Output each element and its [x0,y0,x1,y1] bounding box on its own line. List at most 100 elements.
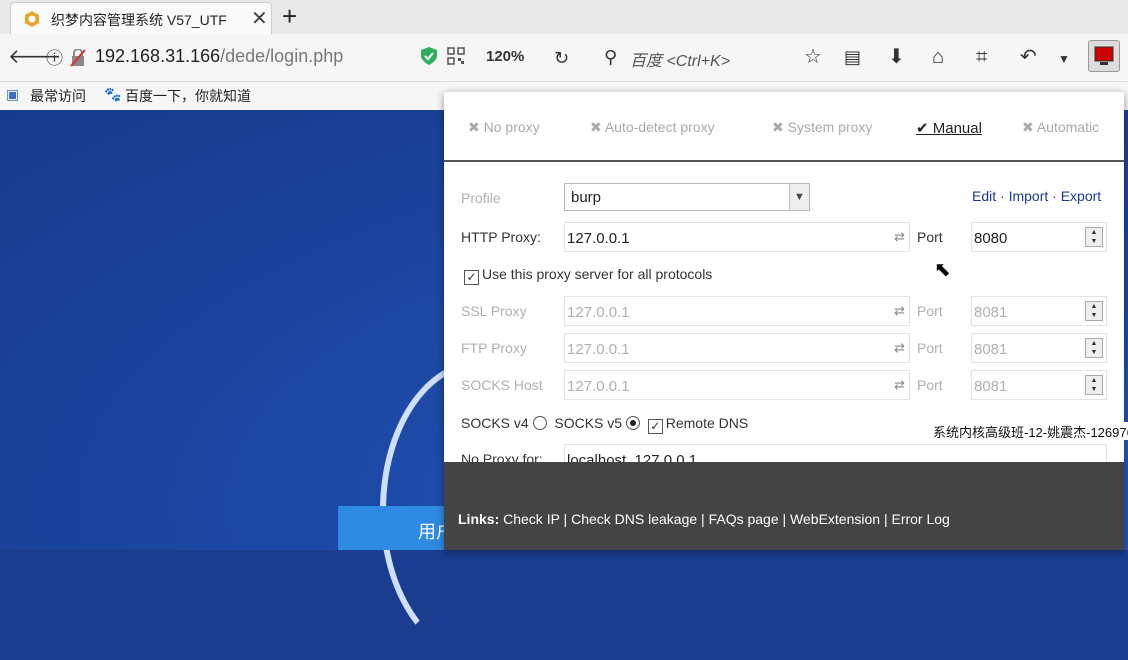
socks-v4-radio[interactable] [532,416,547,430]
webextension-link[interactable]: WebExtension [790,511,880,527]
mode-no-proxy[interactable]: ✖ No proxy [468,119,540,136]
ssl-port-label: Port [917,303,943,319]
insecure-icon[interactable] [70,49,86,67]
port-stepper[interactable]: ▲ ▼ [1085,227,1103,247]
link-separator: · [1048,188,1061,204]
remote-dns-label: Remote DNS [665,415,749,431]
ftp-proxy-input[interactable]: 127.0.0.1 ⇄ [564,333,910,363]
check-ip-link[interactable]: Check IP [503,511,560,527]
ftp-proxy-label: FTP Proxy [461,340,527,356]
swap-icon[interactable]: ⇄ [894,340,905,356]
socks-v5-radio[interactable] [625,416,640,430]
profile-label: Profile [461,190,501,206]
swap-icon[interactable]: ⇄ [894,229,905,245]
tab-title: 织梦内容管理系统 V57_UTF [51,12,227,28]
import-link[interactable]: Import [1009,188,1049,204]
export-link[interactable]: Export [1061,188,1101,204]
links-label: Links: [458,511,500,527]
mouse-cursor-icon: ⬉ [934,259,951,281]
watermark-text: 系统内核高级班-12-姚震杰-126976 [933,422,1128,440]
link-separator: · [996,188,1009,204]
socks-port-input[interactable]: 8081 ▲ ▼ [971,370,1107,400]
use-all-label: Use this proxy server for all protocols [482,266,713,282]
profile-links: Edit · Import · Export [972,188,1101,204]
search-input[interactable]: 百度 <Ctrl+K> [630,47,730,71]
star-icon[interactable]: ☆ [804,44,822,70]
gear-logo-icon [25,11,39,27]
profile-select[interactable]: burp ▼ [564,183,810,211]
navigation-bar: 🡐 ⓘ 192.168.31.166/dede/login.php 120% ↻… [0,34,1128,82]
use-all-protocols[interactable]: ✓ Use this proxy server for all protocols [464,266,712,285]
baidu-icon: 🐾 [104,86,122,102]
links-footer: Links: Check IP | Check DNS leakage | FA… [444,462,1124,550]
check-dns-link[interactable]: Check DNS leakage [571,511,697,527]
url-field[interactable]: 192.168.31.166/dede/login.php [95,46,343,67]
bookmark-most-visited[interactable]: 最常访问 [30,86,86,106]
zoom-level[interactable]: 120% [486,48,524,65]
ftp-port-input[interactable]: 8081 ▲ ▼ [971,333,1107,363]
footer-links: Links: Check IP | Check DNS leakage | FA… [458,511,950,527]
swap-icon[interactable]: ⇄ [894,303,905,319]
socks-host-label: SOCKS Host [461,377,543,393]
shield-icon[interactable] [420,46,438,66]
url-path: /dede/login.php [220,46,344,66]
remote-dns-checkbox[interactable]: ✓ [647,419,663,434]
mode-system[interactable]: ✖ System proxy [772,119,872,136]
use-all-checkbox[interactable]: ✓ [464,270,479,285]
crop-icon[interactable]: ⌗ [976,44,987,70]
ssl-port-value: 8081 [974,304,1008,321]
search-icon: ⚲ [604,47,618,67]
proxy-mode-tabs: ✖ No proxy ✖ Auto-detect proxy ✖ System … [444,92,1124,162]
qr-icon[interactable] [447,47,465,65]
ssl-port-input[interactable]: 8081 ▲ ▼ [971,296,1107,326]
mode-manual[interactable]: ✔ Manual [916,119,982,137]
undo-icon[interactable]: ↶ [1020,44,1037,70]
ssl-proxy-input[interactable]: 127.0.0.1 ⇄ [564,296,910,326]
ftp-port-value: 8081 [974,341,1008,358]
new-tab-button[interactable]: + [282,1,297,32]
tab-active[interactable]: 织梦内容管理系统 V57_UTF ✕ [10,2,272,34]
mode-automatic[interactable]: ✖ Automatic [1022,119,1099,136]
url-host: 192.168.31.166 [95,46,221,66]
reader-icon[interactable]: ▤ [844,44,861,70]
http-port-value: 8080 [974,230,1008,247]
bookmark-baidu[interactable]: 百度一下，你就知道 [125,86,251,106]
chevron-down-icon: ▼ [789,184,809,210]
http-port-label: Port [917,229,943,245]
swap-icon[interactable]: ⇄ [894,377,905,393]
reload-icon[interactable]: ↻ [554,45,569,71]
port-stepper[interactable]: ▲ ▼ [1085,338,1103,358]
faqs-link[interactable]: FAQs page [709,511,779,527]
http-proxy-label: HTTP Proxy: [461,229,541,245]
tab-strip: 织梦内容管理系统 V57_UTF ✕ + [0,0,1128,34]
port-stepper[interactable]: ▲ ▼ [1085,301,1103,321]
error-log-link[interactable]: Error Log [891,511,949,527]
http-proxy-value: 127.0.0.1 [567,230,630,247]
mode-auto-detect[interactable]: ✖ Auto-detect proxy [590,119,715,136]
menu-arrow-icon[interactable]: ▼ [1058,46,1070,72]
home-icon[interactable]: ⌂ [932,44,944,70]
profile-value: burp [571,189,602,206]
socks-v5-label: SOCKS v5 [554,415,623,431]
proxy-settings-panel: ✖ No proxy ✖ Auto-detect proxy ✖ System … [444,92,1124,550]
http-proxy-input[interactable]: 127.0.0.1 ⇄ [564,222,910,252]
socks-v4-label: SOCKS v4 [461,415,529,431]
ftp-port-label: Port [917,340,943,356]
bookmark-folder-icon: ▣ [6,86,20,102]
info-icon[interactable]: ⓘ [46,46,63,72]
close-icon[interactable]: ✕ [251,6,268,31]
ftp-proxy-value: 127.0.0.1 [567,341,630,358]
socks-host-value: 127.0.0.1 [567,378,630,395]
edit-link[interactable]: Edit [972,188,996,204]
proxy-icon [1094,46,1114,65]
port-stepper[interactable]: ▲ ▼ [1085,375,1103,395]
ssl-proxy-value: 127.0.0.1 [567,304,630,321]
socks-host-input[interactable]: 127.0.0.1 ⇄ [564,370,910,400]
socks-port-label: Port [917,377,943,393]
proxy-toolbar-button[interactable] [1088,40,1120,72]
download-icon[interactable]: ⬇ [888,44,905,70]
ssl-proxy-label: SSL Proxy [461,303,527,319]
socks-port-value: 8081 [974,378,1008,395]
socks-options: SOCKS v4 SOCKS v5 ✓ Remote DNS [461,415,748,434]
http-port-input[interactable]: 8080 ▲ ▼ [971,222,1107,252]
